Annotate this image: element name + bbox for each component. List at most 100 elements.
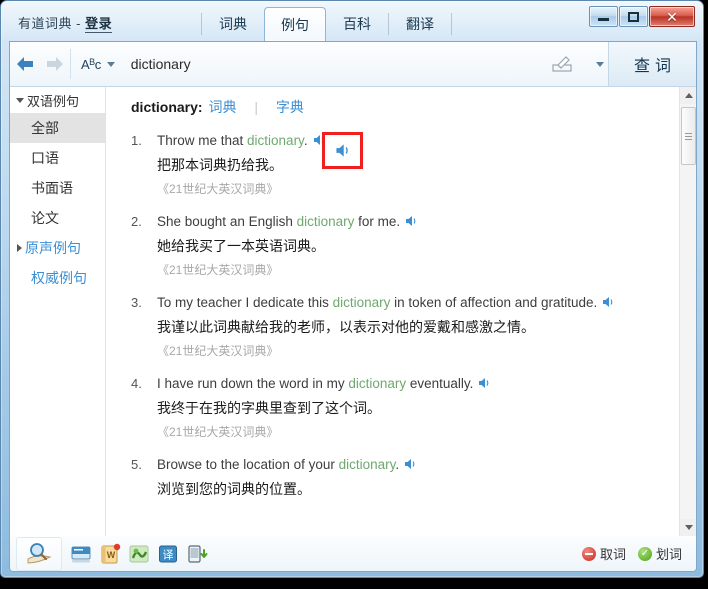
example-sentence: 4. I have run down the word in my dictio… — [131, 374, 669, 440]
sentence-text-after: in token of affection and gratitude. — [390, 295, 598, 310]
wordbook-button[interactable]: W — [99, 543, 121, 565]
grip-icon — [685, 131, 692, 142]
sentence-english: She bought an English dictionary for me. — [157, 212, 669, 231]
forward-arrow-icon — [47, 57, 63, 71]
tab-dictionary[interactable]: 词典 — [202, 7, 264, 41]
sidebar-group-label: 双语例句 — [27, 93, 80, 109]
speaker-icon — [479, 378, 489, 388]
sentence-source: 《21世纪大英汉词典》 — [157, 263, 279, 277]
sidebar-item-all[interactable]: 全部 — [10, 113, 105, 143]
sentence-english: To my teacher I dedicate this dictionary… — [157, 293, 669, 312]
sidebar-item-label: 原声例句 — [25, 240, 81, 256]
screen-capture-button[interactable] — [70, 543, 92, 565]
sentence-english: Browse to the location of your dictionar… — [157, 455, 669, 474]
close-button[interactable]: ✕ — [649, 6, 695, 27]
svg-text:译: 译 — [163, 548, 174, 561]
sentence-keyword: dictionary — [332, 295, 391, 310]
language-selector[interactable]: ABc — [71, 42, 121, 86]
handwriting-dropdown[interactable] — [586, 42, 608, 86]
triangle-right-icon — [17, 244, 22, 252]
toolbar: ABc 查词 — [10, 42, 696, 87]
app-title: 有道词典 - 登录 — [18, 13, 113, 33]
forward-button[interactable] — [40, 42, 70, 86]
minimize-icon — [598, 18, 609, 21]
sentence-keyword: dictionary — [348, 376, 407, 391]
tab-translate[interactable]: 翻译 — [389, 7, 451, 41]
sentence-text-before: She bought an English — [157, 214, 297, 229]
query-word: dictionary: — [131, 99, 203, 115]
scroll-up-button[interactable] — [680, 87, 696, 104]
text-selection-label: 划词 — [655, 547, 682, 562]
camera-translate-button[interactable] — [128, 543, 150, 565]
red-minus-icon — [581, 546, 596, 561]
mobile-download-button[interactable] — [186, 543, 208, 565]
sentence-text-after: . — [303, 133, 308, 148]
sentence-chinese: 她给我买了一本英语词典。 — [157, 238, 325, 254]
sentence-text-after: . — [395, 457, 400, 472]
tab-examples[interactable]: 例句 — [264, 7, 326, 41]
back-arrow-icon — [17, 57, 33, 71]
scrollbar-thumb[interactable] — [681, 107, 696, 165]
login-link[interactable]: 登录 — [85, 16, 113, 33]
status-toggles: 取词 ✓ 划词 — [581, 544, 682, 563]
word-header: dictionary: 词典 | 字典 — [131, 97, 669, 117]
example-sentence: 5. Browse to the location of your dictio… — [131, 455, 669, 500]
sentence-keyword: dictionary — [338, 457, 396, 472]
app-window: 有道词典 - 登录 词典 例句 百科 翻译 ✕ ABc dictionary 查… — [0, 0, 704, 578]
abc-icon: ABc — [81, 56, 101, 72]
sidebar-item-label: 权威例句 — [31, 270, 87, 286]
handwriting-input-icon — [552, 56, 572, 72]
annotation-highlight-box — [322, 132, 363, 169]
content-pane: dictionary: 词典 | 字典 1. Throw me that dic… — [107, 87, 679, 536]
sentence-text-before: I have run down the word in my — [157, 376, 349, 391]
sense-divider: | — [254, 99, 258, 115]
sidebar: 双语例句 全部 口语 书面语 论文 原声例句 权威例句 — [10, 87, 106, 536]
sentence-number: 4. — [131, 376, 142, 391]
sidebar-item-thesis[interactable]: 论文 — [10, 203, 105, 233]
sentence-chinese: 把那本词典扔给我。 — [157, 157, 283, 173]
status-bar: W 译 取词 ✓ 划词 — [9, 536, 697, 572]
handwriting-button[interactable] — [540, 42, 586, 86]
wordbook-icon: W — [101, 543, 121, 563]
example-sentence: 1. Throw me that dictionary. 把那本词典扔给我。 《… — [131, 131, 669, 197]
sidebar-item-original-audio[interactable]: 原声例句 — [10, 233, 105, 263]
sidebar-item-authoritative[interactable]: 权威例句 — [10, 263, 105, 293]
search-button[interactable]: 查词 — [608, 42, 696, 86]
close-icon: ✕ — [666, 8, 678, 25]
speaker-button[interactable] — [404, 214, 418, 228]
word-capture-label: 取词 — [599, 547, 626, 562]
sentence-chinese: 浏览到您的词典的位置。 — [157, 481, 311, 497]
word-capture-toggle[interactable]: 取词 — [581, 544, 626, 563]
speaker-button[interactable] — [477, 376, 491, 390]
tab-divider — [451, 13, 452, 35]
sentence-source: 《21世纪大英汉词典》 — [157, 182, 279, 196]
sentence-text-before: To my teacher I dedicate this — [157, 295, 333, 310]
dictionary-lookup-icon — [27, 542, 52, 564]
sense-link-zidian[interactable]: 字典 — [276, 99, 304, 115]
translate-icon: 译 — [159, 545, 177, 562]
search-input[interactable] — [120, 42, 540, 86]
back-button[interactable] — [10, 42, 40, 86]
speaker-button[interactable] — [403, 457, 417, 471]
speaker-button[interactable] — [601, 295, 615, 309]
lookup-tool-button[interactable] — [16, 536, 62, 571]
tab-encyclopedia[interactable]: 百科 — [326, 7, 388, 41]
sidebar-item-written[interactable]: 书面语 — [10, 173, 105, 203]
maximize-button[interactable] — [619, 6, 648, 27]
window-controls: ✕ — [588, 6, 695, 27]
arrow-down-icon — [684, 525, 693, 530]
sidebar-group-bilingual[interactable]: 双语例句 — [10, 87, 105, 113]
text-selection-toggle[interactable]: ✓ 划词 — [637, 544, 682, 563]
translate-button[interactable]: 译 — [157, 543, 179, 565]
sentence-number: 1. — [131, 133, 142, 148]
sentence-keyword: dictionary — [296, 214, 355, 229]
sentence-chinese: 我谨以此词典献给我的老师，以表示对他的爱戴和感激之情。 — [157, 319, 535, 335]
minimize-button[interactable] — [589, 6, 618, 27]
sidebar-item-spoken[interactable]: 口语 — [10, 143, 105, 173]
content-scrollbar[interactable] — [679, 87, 696, 536]
sense-link-cidian[interactable]: 词典 — [208, 99, 236, 115]
app-title-text: 有道词典 — [18, 16, 73, 31]
sentence-number: 5. — [131, 457, 142, 472]
scroll-down-button[interactable] — [680, 519, 696, 536]
chevron-down-icon — [106, 61, 115, 67]
